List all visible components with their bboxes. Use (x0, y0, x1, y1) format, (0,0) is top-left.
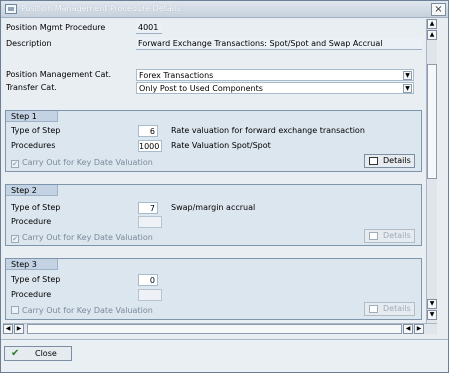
step-1-proc-label: Procedures (11, 141, 56, 150)
step-1-keydate-label: Carry Out for Key Date Valuation (22, 158, 153, 167)
check-icon: ✔ (11, 160, 19, 168)
details-icon (369, 305, 378, 313)
position-cat-label: Position Management Cat. (6, 70, 112, 79)
procedure-row: Position Mgmt Procedure 4001 (3, 22, 425, 34)
position-cat-dropdown[interactable]: Forex Transactions ▼ (136, 69, 414, 81)
title-bar: Position Management Procedure Details × (1, 1, 448, 18)
dialog-window: Position Management Procedure Details × … (0, 0, 449, 373)
chevron-down-icon[interactable]: ▼ (403, 71, 412, 80)
description-field[interactable]: Forward Exchange Transactions: Spot/Spot… (136, 38, 422, 50)
window-title: Position Management Procedure Details (21, 4, 181, 13)
step-2-details-button[interactable]: Details (364, 229, 415, 243)
step-1-details-button[interactable]: Details (364, 154, 415, 168)
transfer-cat-row: Transfer Cat. Only Post to Used Componen… (3, 82, 425, 94)
step-1-keydate-checkbox[interactable]: ✔ Carry Out for Key Date Valuation (11, 157, 153, 168)
transfer-cat-label: Transfer Cat. (6, 83, 57, 92)
details-icon (369, 157, 378, 165)
transfer-cat-value: Only Post to Used Components (139, 84, 263, 93)
step-3-details-label: Details (383, 304, 411, 313)
close-button[interactable]: ✔ Close (4, 346, 72, 361)
step-3-details-button[interactable]: Details (364, 302, 415, 316)
step-2-keydate-label: Carry Out for Key Date Valuation (22, 233, 153, 242)
scroll-left-icon[interactable]: ◀ (3, 324, 13, 334)
step-3-proc-field[interactable] (138, 289, 162, 301)
step-3-proc-label: Procedure (11, 290, 52, 299)
step-3-keydate-checkbox[interactable]: Carry Out for Key Date Valuation (11, 305, 153, 316)
step-2-type-label: Type of Step (11, 203, 61, 212)
procedure-label: Position Mgmt Procedure (6, 23, 106, 32)
step-1-type-label: Type of Step (11, 126, 61, 135)
step-1-details-label: Details (383, 156, 411, 165)
step-2-title: Step 2 (6, 185, 58, 196)
horizontal-scroll-thumb[interactable] (27, 324, 402, 334)
scroll-right-icon[interactable]: ▶ (14, 324, 24, 334)
step-1-proc-field[interactable]: 1000 (138, 140, 162, 152)
step-3-type-label: Type of Step (11, 275, 61, 284)
procedure-field[interactable]: 4001 (136, 22, 162, 34)
vertical-scroll-thumb[interactable] (427, 64, 437, 179)
step-2-type-desc: Swap/margin accrual (171, 203, 256, 212)
scroll-right-icon[interactable]: ▶ (414, 324, 424, 334)
step-3-title: Step 3 (6, 259, 58, 270)
step-1-proc-desc: Rate Valuation Spot/Spot (171, 141, 271, 150)
position-cat-row: Position Management Cat. Forex Transacti… (3, 69, 425, 81)
step-2-proc-label: Procedure (11, 217, 52, 226)
scroll-left-icon[interactable]: ◀ (403, 324, 413, 334)
step-2-type-field[interactable]: 7 (138, 202, 158, 214)
checkmark-icon: ✔ (11, 348, 20, 359)
transfer-cat-dropdown[interactable]: Only Post to Used Components ▼ (136, 82, 414, 94)
step-3-keydate-label: Carry Out for Key Date Valuation (22, 306, 153, 315)
check-icon: ✔ (11, 235, 19, 243)
description-label: Description (6, 39, 52, 48)
details-icon (369, 232, 378, 240)
description-row: Description Forward Exchange Transaction… (3, 38, 425, 50)
step-2-details-label: Details (383, 231, 411, 240)
window-icon (5, 4, 17, 14)
dialog-footer: ✔ Close (1, 339, 448, 372)
position-cat-value: Forex Transactions (139, 71, 214, 80)
step-2-proc-field[interactable] (138, 216, 162, 228)
scroll-down-icon[interactable]: ▼ (427, 310, 437, 320)
checkbox-box (11, 306, 19, 314)
step-1-type-field[interactable]: 6 (138, 125, 158, 137)
horizontal-scrollbar[interactable]: ◀ ▶ ◀ ▶ (3, 323, 437, 334)
step-1-type-desc: Rate valuation for forward exchange tran… (171, 126, 365, 135)
vertical-scrollbar[interactable]: ▲ ▲ ▼ ▼ (426, 19, 437, 332)
step-1-group: Step 1 Type of Step 6 Rate valuation for… (5, 110, 422, 172)
close-button-label: Close (35, 349, 57, 358)
step-2-keydate-checkbox[interactable]: ✔ Carry Out for Key Date Valuation (11, 232, 153, 243)
chevron-down-icon[interactable]: ▼ (403, 84, 412, 93)
scroll-down-icon[interactable]: ▼ (427, 299, 437, 309)
step-2-group: Step 2 Type of Step 7 Swap/margin accrua… (5, 184, 422, 246)
window-close-button[interactable]: × (431, 3, 446, 16)
scroll-up-icon[interactable]: ▲ (427, 30, 437, 40)
scroll-up-icon[interactable]: ▲ (427, 19, 437, 29)
step-1-title: Step 1 (6, 111, 58, 122)
step-3-group: Step 3 Type of Step 0 Procedure Carry Ou… (5, 258, 422, 320)
form-area: Position Mgmt Procedure 4001 Description… (3, 19, 425, 332)
step-3-type-field[interactable]: 0 (138, 274, 158, 286)
